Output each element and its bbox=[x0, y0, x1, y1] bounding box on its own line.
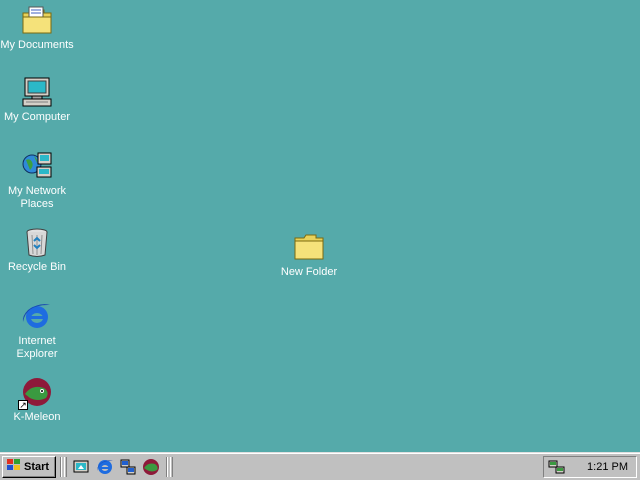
k-meleon-icon bbox=[142, 458, 160, 476]
network-connection-icon[interactable] bbox=[548, 459, 566, 475]
quick-launch-internet-explorer[interactable] bbox=[96, 458, 114, 476]
desktop-icon-label: My Documents bbox=[0, 39, 74, 51]
toolbar-grip[interactable] bbox=[64, 457, 67, 477]
network-places-icon bbox=[20, 150, 54, 182]
windows-logo-icon bbox=[6, 458, 22, 477]
clock[interactable]: 1:21 PM bbox=[587, 461, 628, 473]
desktop-icon-recycle-bin[interactable]: Recycle Bin bbox=[0, 226, 74, 274]
quick-launch-k-meleon[interactable] bbox=[142, 458, 160, 476]
quick-launch-show-desktop[interactable] bbox=[72, 458, 90, 476]
start-label: Start bbox=[24, 461, 50, 473]
show-desktop-icon bbox=[72, 458, 90, 476]
shortcut-arrow-icon: ↗ bbox=[18, 400, 28, 410]
toolbar-grip[interactable] bbox=[170, 457, 173, 477]
desktop-icon-label: New Folder bbox=[280, 266, 338, 278]
taskbar-separator bbox=[166, 457, 168, 477]
desktop-icon-my-documents[interactable]: My Documents bbox=[0, 4, 74, 52]
internet-explorer-icon bbox=[96, 458, 114, 476]
desktop: My Documents My Computer My Network Plac… bbox=[0, 0, 640, 452]
desktop-icon-label: K-Meleon bbox=[13, 411, 61, 423]
desktop-icon-new-folder[interactable]: New Folder bbox=[272, 231, 346, 279]
start-button[interactable]: Start bbox=[2, 456, 56, 478]
desktop-icon-label: Recycle Bin bbox=[7, 261, 67, 273]
desktop-icon-label: My Network Places bbox=[7, 185, 67, 210]
internet-explorer-icon bbox=[20, 300, 54, 332]
system-tray: 1:21 PM bbox=[543, 456, 637, 478]
desktop-icon-label: My Computer bbox=[3, 111, 71, 123]
network-icon bbox=[119, 458, 137, 476]
taskbar-separator bbox=[60, 457, 62, 477]
recycle-bin-icon bbox=[20, 226, 54, 258]
k-meleon-icon: ↗ bbox=[18, 376, 54, 410]
desktop-icon-my-network-places[interactable]: My Network Places bbox=[0, 150, 74, 211]
computer-icon bbox=[20, 76, 54, 108]
desktop-icon-k-meleon[interactable]: ↗ K-Meleon bbox=[0, 376, 74, 424]
folder-documents-icon bbox=[20, 4, 54, 36]
folder-icon bbox=[292, 231, 326, 263]
desktop-icon-my-computer[interactable]: My Computer bbox=[0, 76, 74, 124]
desktop-icon-internet-explorer[interactable]: Internet Explorer bbox=[0, 300, 74, 361]
taskbar: Start 1:21 PM bbox=[0, 452, 640, 480]
desktop-icon-label: Internet Explorer bbox=[16, 335, 58, 360]
quick-launch-network[interactable] bbox=[119, 458, 137, 476]
